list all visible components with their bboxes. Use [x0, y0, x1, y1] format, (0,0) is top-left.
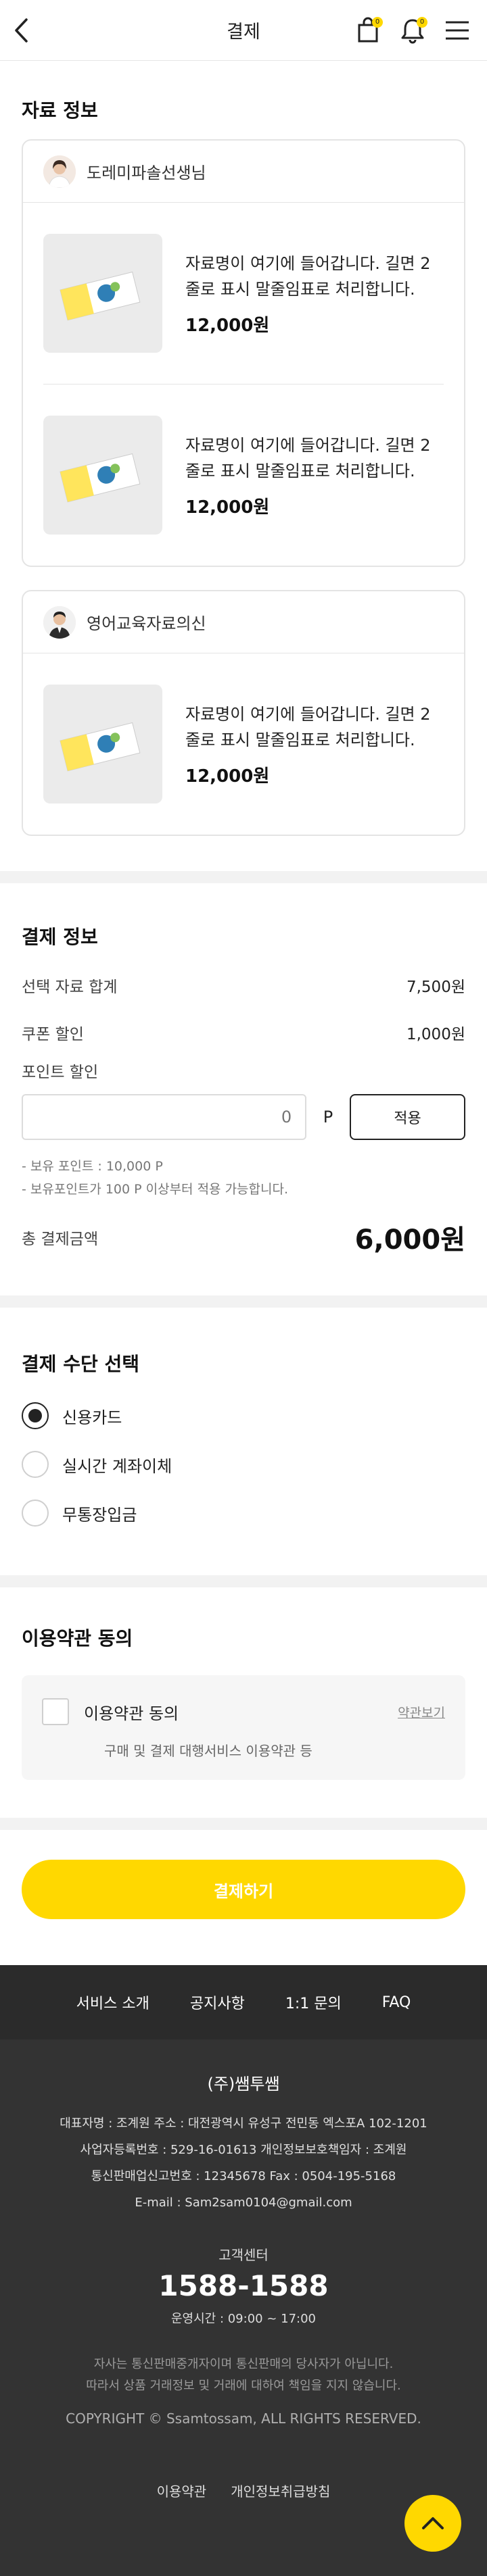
method-deposit[interactable]: 무통장입금 — [22, 1489, 465, 1537]
material-price: 12,000원 — [185, 497, 270, 518]
seller-card: 영어교육자료의신 자료명이 여기에 들어갑니다. 길면 2줄로 표시 말줄임표로… — [22, 590, 465, 836]
payment-info-section: 결제 정보 선택 자료 합계 7,500원 쿠폰 할인 1,000원 포인트 할… — [0, 883, 487, 1295]
point-note: - 보유포인트가 100 P 이상부터 적용 가능합니다. — [22, 1182, 289, 1197]
point-notes: - 보유 포인트 : 10,000 P - 보유포인트가 100 P 이상부터 … — [22, 1155, 465, 1201]
seller-header: 도레미파솔선생님 — [23, 141, 464, 203]
terms-description: 구매 및 결제 대행서비스 이용약관 등 — [104, 1743, 312, 1759]
business-line: 대표자명 : 조계원 주소 : 대전광역시 유성구 전민동 엑스포A 102-1… — [60, 2116, 427, 2131]
business-line: 통신판매업신고번호 : 12345678 Fax : 0504-195-5168 — [91, 2169, 396, 2183]
back-button[interactable] — [14, 16, 43, 45]
material-price: 12,000원 — [185, 766, 270, 787]
point-input-row: P 적용 — [22, 1094, 465, 1140]
payment-method-title: 결제 수단 선택 — [22, 1353, 140, 1375]
method-label: 신용카드 — [62, 1408, 122, 1427]
list-item[interactable]: 자료명이 여기에 들어갑니다. 길면 2줄로 표시 말줄임표로 처리합니다. 1… — [43, 203, 444, 384]
material-thumbnail — [43, 685, 162, 803]
subtotal-row: 선택 자료 합계 7,500원 — [22, 962, 465, 1009]
customer-center-label: 고객센터 — [218, 2247, 269, 2263]
bell-badge: 0 — [417, 16, 427, 28]
footer: (주)쌤투쌤 대표자명 : 조계원 주소 : 대전광역시 유성구 전민동 엑스포… — [0, 2039, 487, 2576]
pay-button-area: 결제하기 — [0, 1830, 487, 1965]
material-thumbnail — [43, 416, 162, 535]
terms-label: 이용약관 동의 — [84, 1704, 179, 1723]
terms-section: 이용약관 동의 이용약관 동의 약관보기 구매 및 결제 대행서비스 이용약관 … — [0, 1587, 487, 1818]
seller-card: 도레미파솔선생님 자료명이 여기에 들어갑니다. 길면 2줄로 표시 말줄임표로… — [22, 139, 465, 567]
seller-name: 영어교육자료의신 — [87, 614, 206, 633]
payment-info-title: 결제 정보 — [22, 926, 98, 948]
footer-nav-about[interactable]: 서비스 소개 — [76, 1991, 149, 2013]
coupon-label: 쿠폰 할인 — [22, 1026, 84, 1043]
list-item[interactable]: 자료명이 여기에 들어갑니다. 길면 2줄로 표시 말줄임표로 처리합니다. 1… — [43, 653, 444, 835]
pay-button[interactable]: 결제하기 — [22, 1860, 465, 1919]
method-bank-transfer[interactable]: 실시간 계좌이체 — [22, 1440, 465, 1489]
section-divider — [0, 1575, 487, 1587]
radio-unselected[interactable] — [22, 1500, 49, 1527]
material-info-section: 자료 정보 도레미파솔선생님 자료명이 여기에 들어갑니다. 길면 2줄로 표시… — [0, 61, 487, 871]
material-name: 자료명이 여기에 들어갑니다. 길면 2줄로 표시 말줄임표로 처리합니다. — [185, 253, 431, 299]
checkout-page: 결제 0 0 자료 정보 도레미파솔선생님 자료명이 여기에 들어갑니다. 길면… — [0, 0, 487, 2576]
footer-nav-notice[interactable]: 공지사항 — [190, 1991, 245, 2013]
radio-unselected[interactable] — [22, 1451, 49, 1478]
avatar — [43, 155, 76, 188]
section-divider — [0, 1295, 487, 1308]
footer-links: 이용약관 개인정보취급방침 — [0, 2481, 487, 2500]
seller-header: 영어교육자료의신 — [23, 591, 464, 653]
section-divider — [0, 1818, 487, 1830]
material-name: 자료명이 여기에 들어갑니다. 길면 2줄로 표시 말줄임표로 처리합니다. — [185, 704, 431, 749]
cart-button[interactable]: 0 — [353, 16, 383, 45]
subtotal-value: 7,500원 — [406, 979, 465, 996]
coupon-row: 쿠폰 할인 1,000원 — [22, 1009, 465, 1056]
avatar — [43, 605, 76, 639]
notification-button[interactable]: 0 — [398, 16, 427, 45]
point-label: 포인트 할인 — [22, 1064, 99, 1081]
radio-selected[interactable] — [22, 1402, 49, 1429]
apply-point-button[interactable]: 적용 — [350, 1094, 465, 1140]
point-input[interactable] — [22, 1094, 307, 1140]
scroll-top-button[interactable] — [404, 2495, 461, 2552]
privacy-policy-link[interactable]: 개인정보취급방침 — [231, 2481, 330, 2500]
company-name: (주)쌤투쌤 — [207, 2075, 280, 2094]
customer-center-hours: 운영시간 : 09:00 ~ 17:00 — [170, 2312, 317, 2326]
point-note: - 보유 포인트 : 10,000 P — [22, 1159, 163, 1174]
point-unit: P — [323, 1108, 333, 1126]
method-credit-card[interactable]: 신용카드 — [22, 1391, 465, 1440]
business-line: E-mail : Sam2sam0104@gmail.com — [135, 2196, 352, 2210]
disclaimer: 자사는 통신판매중개자이며 통신판매의 당사자가 아닙니다. 따라서 상품 거래… — [0, 2354, 487, 2397]
total-label: 총 결제금액 — [22, 1231, 99, 1248]
view-terms-link[interactable]: 약관보기 — [398, 1703, 445, 1721]
disclaimer-line: 따라서 상품 거래정보 및 거래에 대하여 책임을 지지 않습니다. — [86, 2379, 401, 2393]
back-icon — [15, 18, 28, 43]
footer-nav-inquiry[interactable]: 1:1 문의 — [285, 1991, 342, 2013]
material-info-title: 자료 정보 — [22, 99, 98, 122]
footer-nav: 서비스 소개 공지사항 1:1 문의 FAQ — [0, 1965, 487, 2039]
section-divider — [0, 871, 487, 883]
customer-center-phone: 1588-1588 — [158, 2269, 329, 2302]
terms-box: 이용약관 동의 약관보기 구매 및 결제 대행서비스 이용약관 등 — [22, 1675, 465, 1780]
total-amount: 6,000원 — [354, 1224, 465, 1256]
business-info: 대표자명 : 조계원 주소 : 대전광역시 유성구 전민동 엑스포A 102-1… — [0, 2110, 487, 2216]
cart-badge: 0 — [372, 16, 383, 28]
payment-method-section: 결제 수단 선택 신용카드 실시간 계좌이체 무통장입금 — [0, 1308, 487, 1575]
business-line: 사업자등록번호 : 529-16-01613 개인정보보호책임자 : 조계원 — [80, 2143, 407, 2157]
menu-icon — [446, 21, 469, 39]
method-label: 실시간 계좌이체 — [62, 1456, 172, 1476]
footer-nav-faq[interactable]: FAQ — [382, 1994, 411, 2011]
terms-title: 이용약관 동의 — [22, 1627, 133, 1650]
disclaimer-line: 자사는 통신판매중개자이며 통신판매의 당사자가 아닙니다. — [93, 2357, 394, 2371]
terms-of-use-link[interactable]: 이용약관 — [157, 2481, 207, 2500]
top-header: 결제 0 0 — [0, 0, 487, 61]
material-thumbnail — [43, 234, 162, 353]
method-label: 무통장입금 — [62, 1505, 137, 1525]
copyright: COPYRIGHT © Ssamtossam, ALL RIGHTS RESER… — [66, 2410, 421, 2427]
coupon-value: 1,000원 — [406, 1026, 465, 1043]
arrow-up-icon — [422, 2517, 444, 2529]
menu-button[interactable] — [442, 16, 472, 45]
seller-name: 도레미파솔선생님 — [87, 164, 206, 182]
subtotal-label: 선택 자료 합계 — [22, 979, 118, 996]
terms-checkbox[interactable] — [42, 1698, 69, 1725]
material-price: 12,000원 — [185, 315, 270, 336]
total-row: 총 결제금액 6,000원 — [22, 1218, 465, 1256]
list-item[interactable]: 자료명이 여기에 들어갑니다. 길면 2줄로 표시 말줄임표로 처리합니다. 1… — [43, 384, 444, 566]
material-name: 자료명이 여기에 들어갑니다. 길면 2줄로 표시 말줄임표로 처리합니다. — [185, 435, 431, 480]
